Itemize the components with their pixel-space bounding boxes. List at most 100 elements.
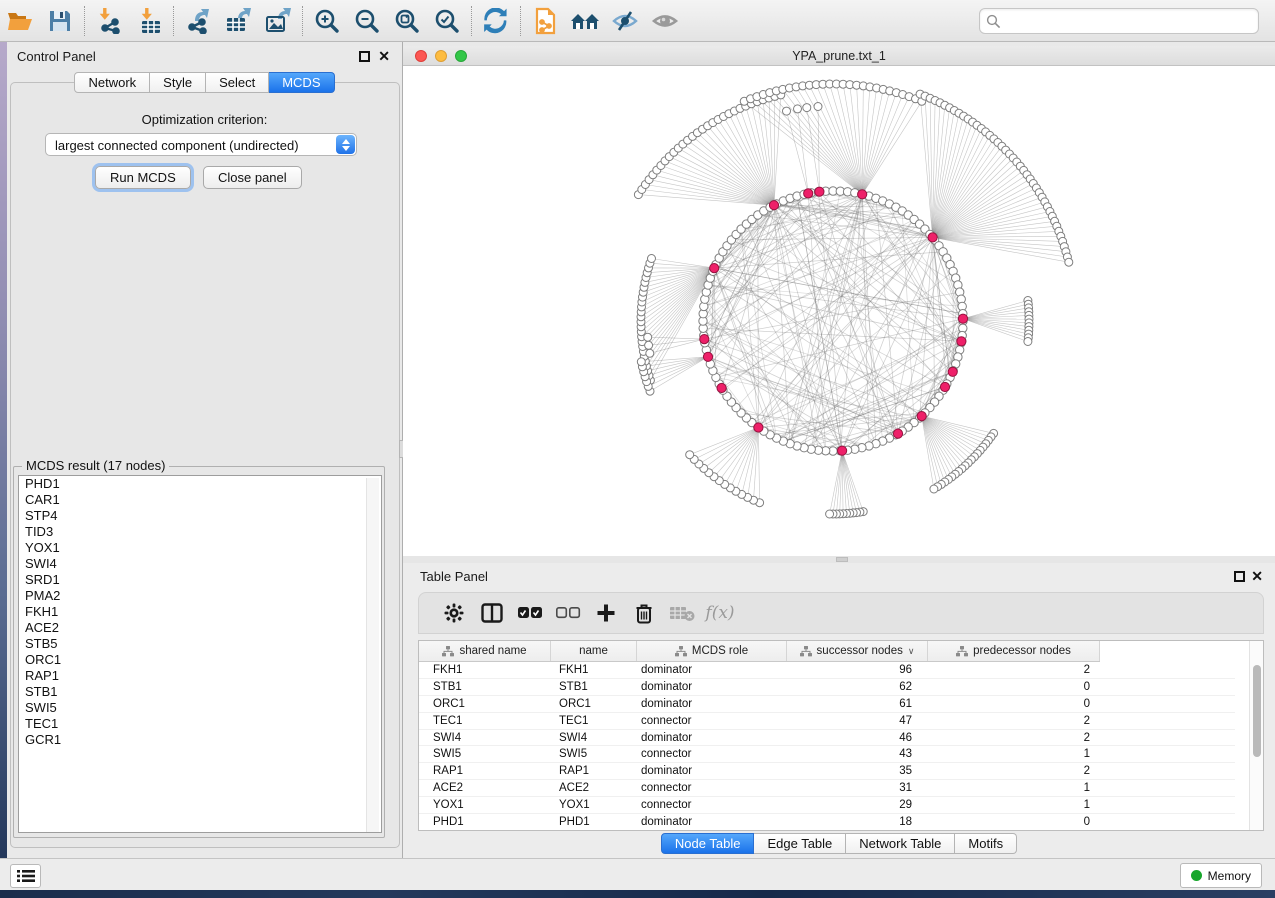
table-row[interactable]: ACE2ACE2connector311 [419,780,1235,797]
zoom-out-icon [354,8,380,34]
show-graphics-button[interactable] [645,4,685,38]
table-panel-float-button[interactable] [1234,571,1245,582]
mcds-result-list[interactable]: PHD1CAR1STP4TID3YOX1SWI4SRD1PMA2FKH1ACE2… [18,475,382,833]
function-builder-button[interactable]: f(x) [701,598,739,628]
table-row[interactable]: SWI4SWI4dominator462 [419,730,1235,747]
mcds-result-item[interactable]: FKH1 [19,604,381,620]
tab-node-table[interactable]: Node Table [661,833,755,854]
export-table-button[interactable] [218,4,258,38]
column-header-name[interactable]: name [551,641,637,661]
home-button[interactable] [565,4,605,38]
cell-predecessor-nodes: 2 [928,732,1100,744]
mcds-result-item[interactable]: GCR1 [19,732,381,748]
mcds-list-scrollbar[interactable] [366,478,379,832]
cell-predecessor-nodes: 1 [928,748,1100,760]
table-row[interactable]: TEC1TEC1connector472 [419,713,1235,730]
mcds-result-item[interactable]: RAP1 [19,668,381,684]
save-session-button[interactable] [40,4,80,38]
mcds-result-item[interactable]: CAR1 [19,492,381,508]
control-panel-close-button[interactable]: ✕ [378,48,390,64]
cell-shared-name: PHD1 [419,816,551,828]
column-type-icon [675,646,687,657]
deselect-all-rows-button[interactable] [549,598,587,628]
delete-table-button[interactable] [663,598,701,628]
table-row[interactable]: SWI5SWI5connector431 [419,746,1235,763]
cell-shared-name: TEC1 [419,715,551,727]
mcds-result-item[interactable]: STB1 [19,684,381,700]
network-view[interactable] [403,66,1275,556]
delete-column-button[interactable] [625,598,663,628]
column-header-shared-name[interactable]: shared name [419,641,551,661]
zoom-selected-icon [434,8,460,34]
table-row[interactable]: ORC1ORC1dominator610 [419,696,1235,713]
run-mcds-button[interactable]: Run MCDS [95,166,191,189]
table-row[interactable]: PHD1PHD1dominator180 [419,814,1235,831]
document-share-icon [533,7,557,35]
network-canvas[interactable] [403,66,1275,556]
table-row[interactable]: STB1STB1dominator620 [419,679,1235,696]
create-column-button[interactable] [587,598,625,628]
export-network-button[interactable] [178,4,218,38]
optimization-criterion-select[interactable]: largest connected component (undirected) [45,133,357,156]
mcds-result-item[interactable]: STP4 [19,508,381,524]
search-input[interactable] [1004,10,1254,32]
mcds-result-item[interactable]: PMA2 [19,588,381,604]
share-document-button[interactable] [525,4,565,38]
mcds-result-item[interactable]: TID3 [19,524,381,540]
mcds-result-item[interactable]: PHD1 [19,476,381,492]
memory-button[interactable]: Memory [1180,863,1262,888]
show-columns-button[interactable] [473,598,511,628]
open-file-button[interactable] [0,4,40,38]
tab-motifs[interactable]: Motifs [955,833,1017,854]
tab-edge-table[interactable]: Edge Table [754,833,846,854]
show-panels-button[interactable] [10,864,41,888]
cell-predecessor-nodes: 0 [928,681,1100,693]
table-scrollbar[interactable] [1249,641,1263,830]
cell-name: SWI5 [551,748,637,760]
tab-mcds[interactable]: MCDS [269,72,334,93]
network-window-title: YPA_prune.txt_1 [403,49,1275,63]
column-header-predecessor-nodes[interactable]: predecessor nodes [928,641,1100,661]
hide-graphics-button[interactable] [605,4,645,38]
zoom-selected-button[interactable] [427,4,467,38]
mcds-result-item[interactable]: ORC1 [19,652,381,668]
cell-predecessor-nodes: 2 [928,715,1100,727]
import-network-button[interactable] [89,4,129,38]
network-window: YPA_prune.txt_1 [403,42,1275,556]
column-header-successor-nodes[interactable]: successor nodes∨ [787,641,928,661]
tab-select[interactable]: Select [206,72,269,93]
select-all-rows-button[interactable] [511,598,549,628]
control-panel-float-button[interactable] [359,51,370,62]
mcds-result-item[interactable]: YOX1 [19,540,381,556]
horizontal-splitter-handle[interactable] [836,557,848,562]
table-row[interactable]: FKH1FKH1dominator962 [419,662,1235,679]
import-table-button[interactable] [129,4,169,38]
export-image-button[interactable] [258,4,298,38]
column-header-label: shared name [459,645,526,657]
cell-successor-nodes: 62 [787,681,928,693]
mcds-result-item[interactable]: SRD1 [19,572,381,588]
mcds-result-item[interactable]: TEC1 [19,716,381,732]
table-panel-close-button[interactable]: ✕ [1251,568,1263,584]
zoom-fit-button[interactable] [387,4,427,38]
table-settings-button[interactable] [435,598,473,628]
mcds-result-item[interactable]: SWI4 [19,556,381,572]
apply-layout-button[interactable] [476,4,516,38]
mcds-result-item[interactable]: ACE2 [19,620,381,636]
mcds-result-item[interactable]: STB5 [19,636,381,652]
table-row[interactable]: YOX1YOX1connector291 [419,797,1235,814]
close-panel-button[interactable]: Close panel [203,166,302,189]
zoom-out-button[interactable] [347,4,387,38]
horizontal-splitter[interactable] [403,556,1275,563]
tab-network[interactable]: Network [74,72,150,93]
tab-network-table[interactable]: Network Table [846,833,955,854]
column-header-MCDS-role[interactable]: MCDS role [637,641,787,661]
table-row[interactable]: RAP1RAP1dominator352 [419,763,1235,780]
zoom-in-button[interactable] [307,4,347,38]
search-icon [986,14,1001,29]
desktop-wallpaper-bottom [0,890,1275,898]
network-window-titlebar[interactable]: YPA_prune.txt_1 [403,46,1275,66]
tab-style[interactable]: Style [150,72,206,93]
table-scrollbar-thumb[interactable] [1253,665,1261,757]
mcds-result-item[interactable]: SWI5 [19,700,381,716]
